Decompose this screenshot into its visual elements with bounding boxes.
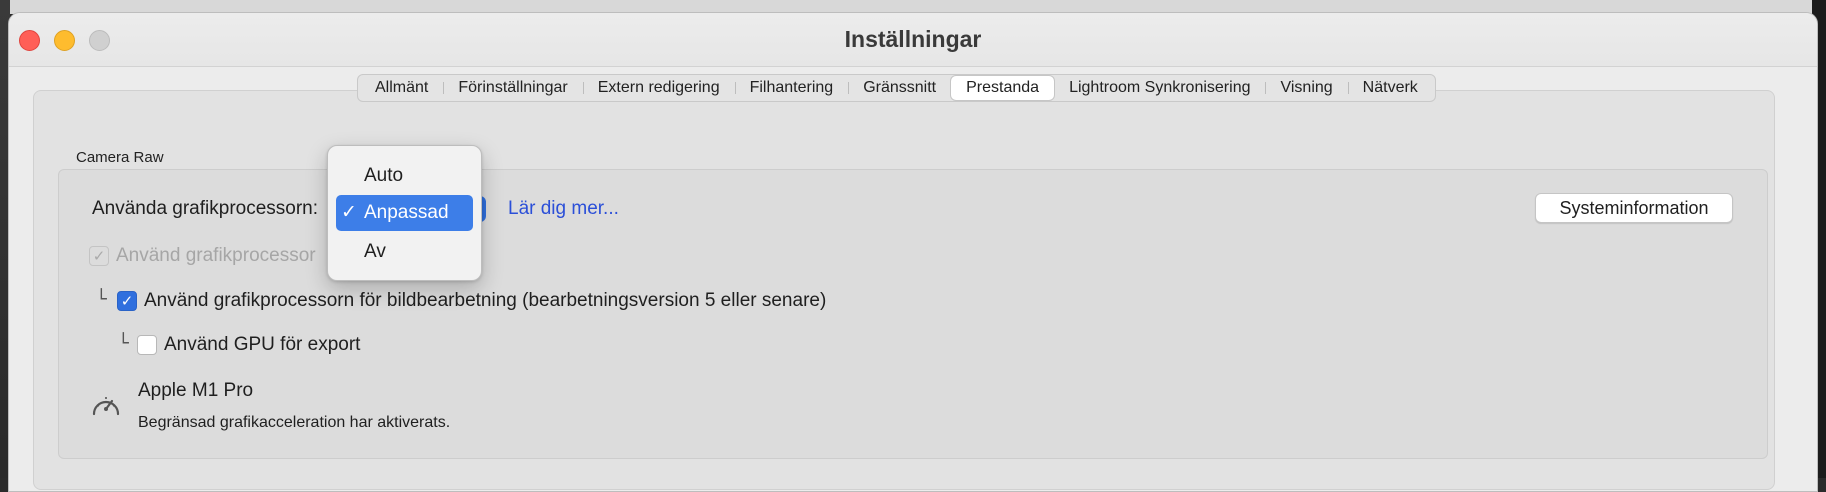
menu-item-av[interactable]: Av xyxy=(336,234,473,270)
camera-raw-group-label: Camera Raw xyxy=(76,149,164,166)
gpu-export-label: Använd GPU för export xyxy=(164,334,361,355)
menu-item-label: Av xyxy=(364,241,386,262)
tab-granssnitt[interactable]: Gränssnitt xyxy=(848,76,951,100)
tree-connector-icon: └ xyxy=(96,289,107,310)
menu-item-auto[interactable]: Auto xyxy=(336,158,473,194)
learn-more-link[interactable]: Lär dig mer... xyxy=(508,198,619,220)
checkmark-icon: ✓ xyxy=(92,247,106,265)
tab-extern-redigering[interactable]: Extern redigering xyxy=(582,76,735,100)
window-title: Inställningar xyxy=(844,26,982,52)
gpu-acceleration-status: Begränsad grafikacceleration har aktiver… xyxy=(138,414,451,431)
gpu-mode-dropdown-menu: Auto ✓ Anpassad Av xyxy=(327,145,482,281)
checkmark-icon: ✓ xyxy=(341,202,357,223)
gpu-image-processing-label: Använd grafikprocessorn för bildbearbetn… xyxy=(144,290,827,311)
gpu-image-processing-checkbox[interactable]: ✓ xyxy=(117,291,137,311)
menu-item-anpassad[interactable]: ✓ Anpassad xyxy=(336,195,473,231)
system-information-button[interactable]: Systeminformation xyxy=(1535,193,1733,223)
checkmark-icon: ✓ xyxy=(120,292,134,310)
tab-filhantering[interactable]: Filhantering xyxy=(734,76,849,100)
gpu-export-checkbox[interactable] xyxy=(137,335,157,355)
tab-natverk[interactable]: Nätverk xyxy=(1347,76,1433,100)
menu-item-label: Anpassad xyxy=(364,202,449,223)
use-gpu-display-checkbox: ✓ xyxy=(89,246,109,266)
use-gpu-display-label: Använd grafikprocessor xyxy=(116,245,316,266)
tab-prestanda[interactable]: Prestanda xyxy=(951,76,1055,100)
titlebar: Inställningar xyxy=(9,13,1817,67)
tab-visning[interactable]: Visning xyxy=(1265,76,1347,100)
preferences-tab-bar: Allmänt Förinställningar Extern redigeri… xyxy=(357,74,1436,102)
tab-forinstallningar[interactable]: Förinställningar xyxy=(443,76,582,100)
tree-connector-icon: └ xyxy=(118,333,129,354)
menu-item-label: Auto xyxy=(364,165,404,186)
tab-allmant[interactable]: Allmänt xyxy=(360,76,443,100)
gpu-label: Använda grafikprocessorn: xyxy=(92,198,319,219)
gauge-icon xyxy=(92,397,120,416)
tab-lightroom-synkronisering[interactable]: Lightroom Synkronisering xyxy=(1054,76,1265,100)
gpu-device-name: Apple M1 Pro xyxy=(138,380,254,401)
